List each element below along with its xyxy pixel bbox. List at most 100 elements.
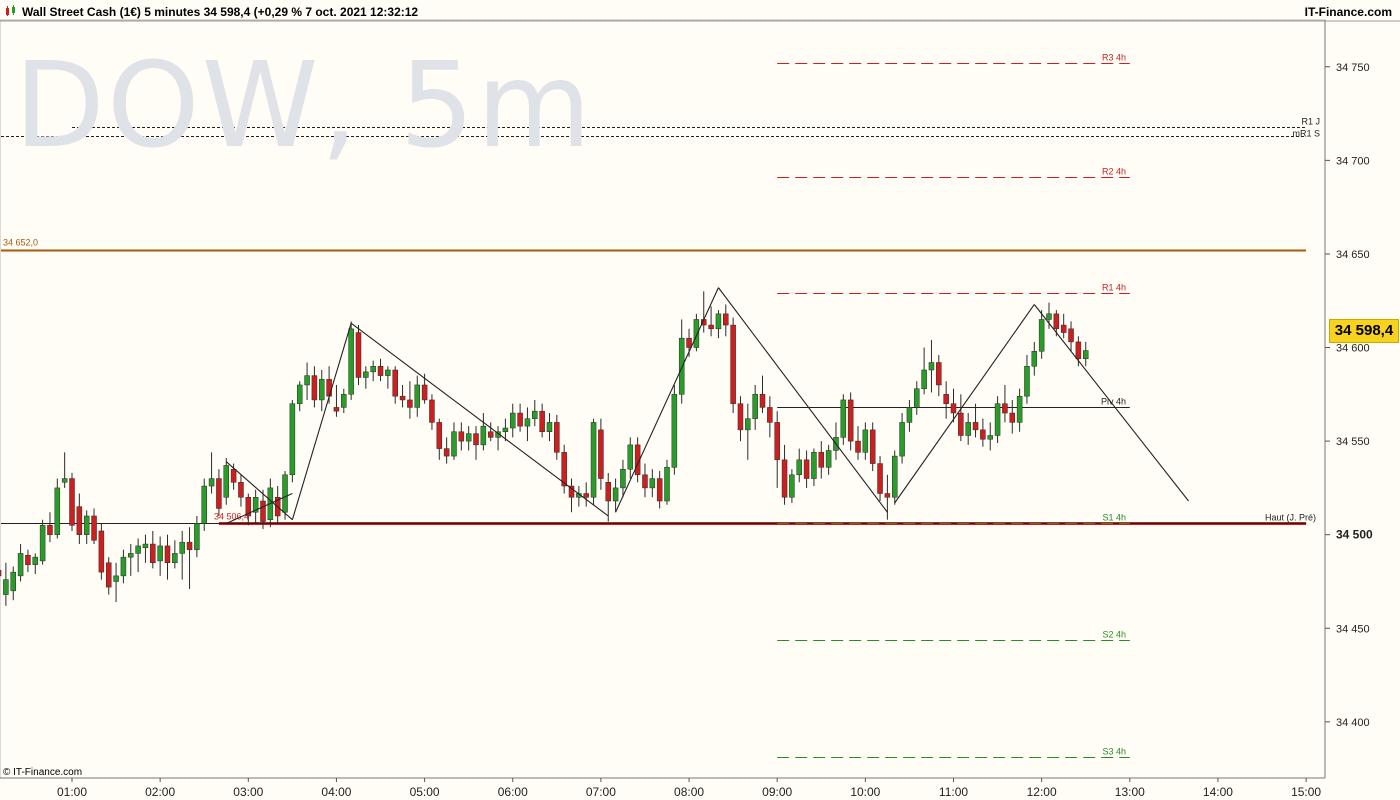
candle-body (1016, 395, 1023, 423)
candle-body (517, 412, 523, 427)
level-label: R3 4h (1102, 53, 1126, 63)
candle-body (25, 555, 31, 565)
candle-body (891, 455, 898, 498)
x-tick-label: 11:00 (939, 785, 968, 799)
candle-body (407, 399, 413, 408)
candle-body (708, 324, 714, 330)
candle-body (620, 468, 626, 489)
x-tick-label: 09:00 (762, 785, 792, 799)
candle-body (370, 365, 376, 373)
candle-body (10, 571, 16, 592)
candle-body (105, 562, 112, 588)
candle-body (443, 448, 450, 457)
candle-body (745, 418, 751, 431)
level-label: mR1 S (1292, 129, 1320, 139)
y-tick-label: 34 700 (1336, 155, 1370, 167)
copyright-label: © IT-Finance.com (3, 767, 83, 778)
candle-body (355, 332, 362, 378)
candle-body (1038, 319, 1045, 352)
level-label: S1 4h (1102, 513, 1126, 523)
candle-body (458, 431, 465, 442)
candle-body (319, 379, 325, 401)
candle-body (1046, 313, 1052, 320)
candle-body (392, 369, 398, 397)
candle-body (869, 429, 876, 464)
candle-body (502, 427, 509, 433)
y-tick-label: 34 550 (1336, 436, 1370, 448)
level-label: R2 4h (1102, 167, 1126, 177)
candle-body (605, 482, 611, 502)
candle-body (678, 337, 685, 395)
candle-body (847, 399, 854, 442)
candle-body (532, 410, 538, 419)
candle-body (906, 407, 913, 423)
candle-body (216, 478, 222, 509)
candle-body (47, 525, 53, 535)
candle-body (436, 422, 443, 449)
candle-body (723, 313, 729, 326)
candle-body (179, 541, 185, 554)
candle-body (61, 478, 68, 483)
candle-body (583, 493, 589, 498)
candle-body (142, 543, 149, 549)
candle-body (642, 474, 648, 489)
candle-body (664, 467, 670, 502)
candle-body (730, 324, 736, 404)
candle-body (164, 545, 171, 564)
candle-body (524, 418, 531, 427)
candle-body (282, 474, 288, 513)
candle-body (627, 444, 634, 470)
candle-body (201, 485, 207, 524)
candle-body (546, 422, 553, 433)
y-tick-label: 34 450 (1336, 623, 1370, 635)
candle-body (135, 545, 141, 554)
candle-body (128, 553, 134, 558)
x-tick-label: 08:00 (674, 785, 704, 799)
candle-body (91, 515, 97, 541)
candle-body (311, 375, 318, 401)
candle-body (348, 328, 354, 395)
x-tick-label: 04:00 (321, 785, 351, 799)
x-tick-label: 07:00 (586, 785, 616, 799)
candle-body (774, 422, 780, 461)
last-price-tag: 34 598,4 (1329, 319, 1399, 343)
candle-body (781, 459, 788, 498)
candle-body (172, 553, 178, 564)
candle-body (157, 545, 163, 562)
candle-body (208, 478, 215, 487)
candle-body (98, 530, 105, 573)
candle-body (363, 371, 369, 378)
candle-body (803, 459, 810, 479)
candle-body (649, 478, 656, 489)
candle-body (958, 412, 964, 436)
candlestick-icon (6, 5, 15, 16)
x-tick-label: 02:00 (145, 785, 175, 799)
candle-body (825, 450, 832, 468)
candle-body (1068, 328, 1074, 343)
candle-body (686, 337, 692, 348)
x-tick-label: 14:00 (1203, 785, 1233, 799)
candle-body (120, 556, 127, 577)
candle-body (590, 422, 597, 498)
candle-body (451, 431, 457, 457)
candle-body (230, 468, 237, 483)
candle-body (972, 422, 979, 431)
candle-body (473, 433, 479, 446)
candle-body (399, 395, 406, 401)
candle-body (987, 435, 993, 440)
candle-body (715, 313, 722, 330)
candle-body (421, 384, 428, 401)
candle-body (877, 463, 883, 494)
chart-header: Wall Street Cash (1€) 5 minutes 34 598,4… (0, 0, 1400, 22)
candle-body (950, 403, 957, 414)
candle-body (980, 429, 986, 440)
candle-body (1053, 313, 1060, 330)
candle-body (921, 369, 927, 389)
candle-body (385, 369, 391, 376)
candle-body (855, 440, 861, 453)
candle-body (884, 493, 891, 498)
candle-body (943, 394, 949, 404)
candle-body (54, 487, 61, 535)
candle-body (656, 478, 663, 502)
candle-body (487, 431, 494, 438)
